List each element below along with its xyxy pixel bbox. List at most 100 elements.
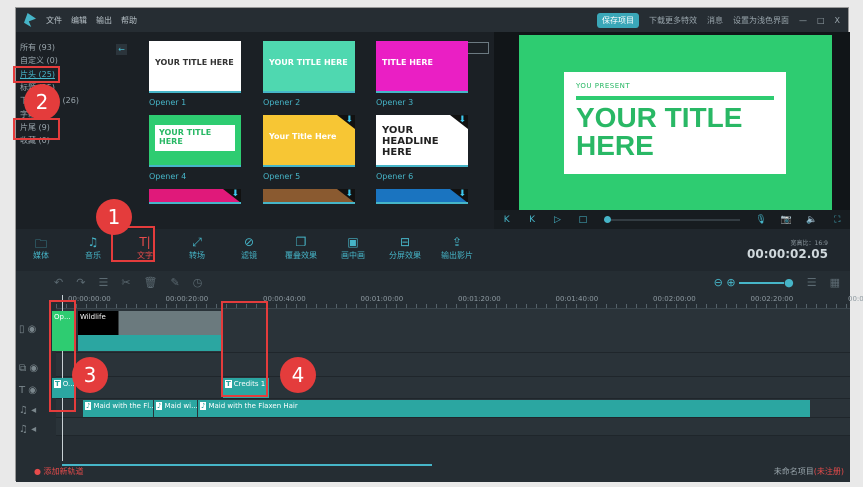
title-thumbnail[interactable]: YOUR TITLE HERE bbox=[149, 115, 241, 167]
grid-icon[interactable]: ▦ bbox=[830, 276, 840, 289]
title-thumbnail[interactable]: ⬇ bbox=[376, 189, 468, 204]
tool-export[interactable]: ⇪ 输出影片 bbox=[432, 235, 482, 261]
music-clip-icon: ♪ bbox=[156, 402, 163, 410]
menu-edit[interactable]: 编辑 bbox=[71, 16, 87, 25]
duration-icon[interactable]: ◷ bbox=[193, 276, 203, 289]
tool-label: 音乐 bbox=[85, 251, 101, 260]
music-clip-icon: ♪ bbox=[85, 402, 92, 410]
overlay-track bbox=[56, 353, 850, 377]
step-forward-icon[interactable]: K bbox=[519, 215, 544, 225]
add-track-label: 添加新轨道 bbox=[43, 467, 84, 476]
folder-icon: 🗀 bbox=[34, 237, 47, 251]
music-track-2-icon: ♫ ◂ bbox=[19, 424, 37, 435]
export-icon: ⇪ bbox=[451, 235, 463, 249]
adjust-icon[interactable]: ☰ bbox=[98, 276, 108, 289]
music-clip-icon: ♪ bbox=[200, 402, 207, 410]
skip-back-icon[interactable]: K bbox=[494, 215, 519, 225]
thumbnail-text: YOUR TITLE HERE bbox=[155, 125, 235, 151]
clip-label: Maid with the Flaxen Hair bbox=[208, 402, 298, 410]
timeline-scrollbar[interactable] bbox=[62, 464, 432, 466]
maximize-button[interactable]: □ bbox=[817, 16, 825, 25]
stop-icon[interactable]: □ bbox=[570, 215, 595, 225]
music-track-icon: ♫ ◂ bbox=[19, 405, 37, 416]
preview-title: YOUR TITLE HERE bbox=[576, 102, 743, 161]
title-thumbnail[interactable]: Your Title Here ⬇ bbox=[263, 115, 355, 167]
ruler-tick-label: 00:00:20:00 bbox=[165, 295, 209, 303]
title-thumbnail[interactable]: YOUR HEADLINE HERE ⬇ bbox=[376, 115, 468, 167]
splitscreen-icon: ⊟ bbox=[399, 235, 411, 249]
text-track bbox=[56, 377, 850, 399]
minimize-button[interactable]: — bbox=[799, 16, 807, 25]
undo-icon[interactable]: ↶ bbox=[54, 276, 63, 289]
list-view-icon[interactable]: ☰ bbox=[807, 276, 817, 289]
filter-icon: ⊘ bbox=[243, 235, 255, 249]
clip-label: Maid wi... bbox=[164, 402, 197, 410]
tool-label: 输出影片 bbox=[441, 251, 473, 260]
title-thumbnail[interactable]: YOUR⬇ bbox=[149, 189, 241, 204]
volume-icon[interactable]: 🔈 bbox=[799, 215, 824, 225]
title-thumbnail[interactable]: YOUR TITLE HERE bbox=[149, 41, 241, 93]
project-status: 未命名项目(未注册) bbox=[774, 466, 844, 477]
theme-settings-link[interactable]: 设置为浅色界面 bbox=[733, 15, 789, 26]
download-effects-link[interactable]: 下载更多特效 bbox=[649, 15, 697, 26]
tool-transition[interactable]: ⤢ 转场 bbox=[172, 235, 222, 261]
title-library: 搜索 YOUR TITLE HEREOpener 1YOUR TITLE HER… bbox=[131, 32, 604, 229]
title-thumbnail[interactable]: ⬇ bbox=[263, 189, 355, 204]
thumbnail-label: Opener 2 bbox=[263, 98, 301, 107]
tool-label: 滤镜 bbox=[241, 251, 257, 260]
thumbnail-text: YOUR HEADLINE HERE bbox=[382, 125, 439, 158]
clip-label: Wildlife bbox=[80, 313, 106, 321]
project-name: 未命名项目 bbox=[773, 467, 814, 476]
highlight-box bbox=[49, 300, 76, 412]
preview-subtitle: YOU PRESENT bbox=[576, 82, 631, 90]
title-bar: 文件 编辑 输出 帮助 保存项目 下载更多特效 消息 设置为浅色界面 — □ X bbox=[16, 8, 848, 32]
menu-file[interactable]: 文件 bbox=[46, 16, 62, 25]
delete-icon[interactable]: 🗑 bbox=[144, 276, 158, 289]
tool-splitscreen[interactable]: ⊟ 分屏效果 bbox=[380, 235, 430, 261]
messages-link[interactable]: 消息 bbox=[707, 15, 723, 26]
menu-export[interactable]: 输出 bbox=[96, 16, 112, 25]
playback-slider[interactable] bbox=[603, 215, 741, 223]
collapse-arrow-icon[interactable]: ← bbox=[116, 44, 127, 55]
menu-help[interactable]: 帮助 bbox=[121, 16, 137, 25]
ruler-tick-label: 00:01:20:00 bbox=[458, 295, 501, 303]
cut-icon[interactable]: ✂ bbox=[121, 276, 130, 289]
timeline-ruler[interactable]: 00:00:00:00 00:00:20:00 00:00:40:00 00:01:0… bbox=[56, 293, 863, 309]
timecode: 00:00:02.05 bbox=[747, 247, 828, 261]
title-thumbnail[interactable]: YOUR TITLE HERE bbox=[263, 41, 355, 93]
add-track-button[interactable]: ● 添加新轨道 bbox=[34, 466, 84, 477]
timeline-clip[interactable]: ♪ Maid with the Fl... bbox=[83, 400, 153, 417]
sidebar-item[interactable]: 所有 (93) bbox=[20, 42, 55, 53]
fullscreen-icon[interactable]: ⛶ bbox=[825, 215, 850, 225]
title-thumbnail[interactable]: TITLE HERE bbox=[376, 41, 468, 93]
edit-icon[interactable]: ✎ bbox=[171, 276, 180, 289]
preview-panel: YOU PRESENT YOUR TITLE HERE bbox=[494, 32, 850, 211]
tool-folder[interactable]: 🗀 媒体 bbox=[16, 235, 66, 261]
microphone-icon[interactable]: 🎙 bbox=[748, 215, 773, 225]
zoom-controls[interactable]: ⊖ ⊕ ● bbox=[714, 276, 794, 289]
save-project-button[interactable]: 保存项目 bbox=[596, 12, 639, 28]
tool-label: 覆叠效果 bbox=[285, 251, 317, 260]
tool-overlay[interactable]: ❐ 覆叠效果 bbox=[276, 235, 326, 261]
highlight-box bbox=[221, 301, 268, 397]
snapshot-icon[interactable]: 📷 bbox=[774, 215, 799, 225]
tool-filter[interactable]: ⊘ 滤镜 bbox=[224, 235, 274, 261]
timeline-clip[interactable]: Wildlife bbox=[78, 311, 222, 351]
timeline-clip[interactable]: ♪ Maid wi... bbox=[154, 400, 197, 417]
thumbnail-label: Opener 1 bbox=[149, 98, 187, 107]
overlay-track-icon: ⧉ ◉ bbox=[19, 363, 39, 374]
redo-icon[interactable]: ↷ bbox=[76, 276, 85, 289]
thumbnail-label: Opener 6 bbox=[376, 172, 414, 181]
play-icon[interactable]: ▷ bbox=[545, 215, 570, 225]
clip-label: Maid with the Fl... bbox=[93, 402, 153, 410]
callout-badge: 3 bbox=[72, 357, 108, 393]
thumbnail-text: YOUR TITLE HERE bbox=[269, 58, 348, 67]
thumbnail-text: YOUR TITLE HERE bbox=[155, 58, 234, 67]
thumbnail-text: TITLE HERE bbox=[382, 58, 434, 67]
music-track-2 bbox=[56, 418, 850, 436]
close-button[interactable]: X bbox=[835, 16, 840, 25]
sidebar-item[interactable]: 自定义 (0) bbox=[20, 55, 58, 66]
tool-pip[interactable]: ▣ 画中画 bbox=[328, 235, 378, 261]
highlight-box bbox=[13, 118, 60, 140]
timeline-clip[interactable]: ♪ Maid with the Flaxen Hair bbox=[198, 400, 810, 417]
